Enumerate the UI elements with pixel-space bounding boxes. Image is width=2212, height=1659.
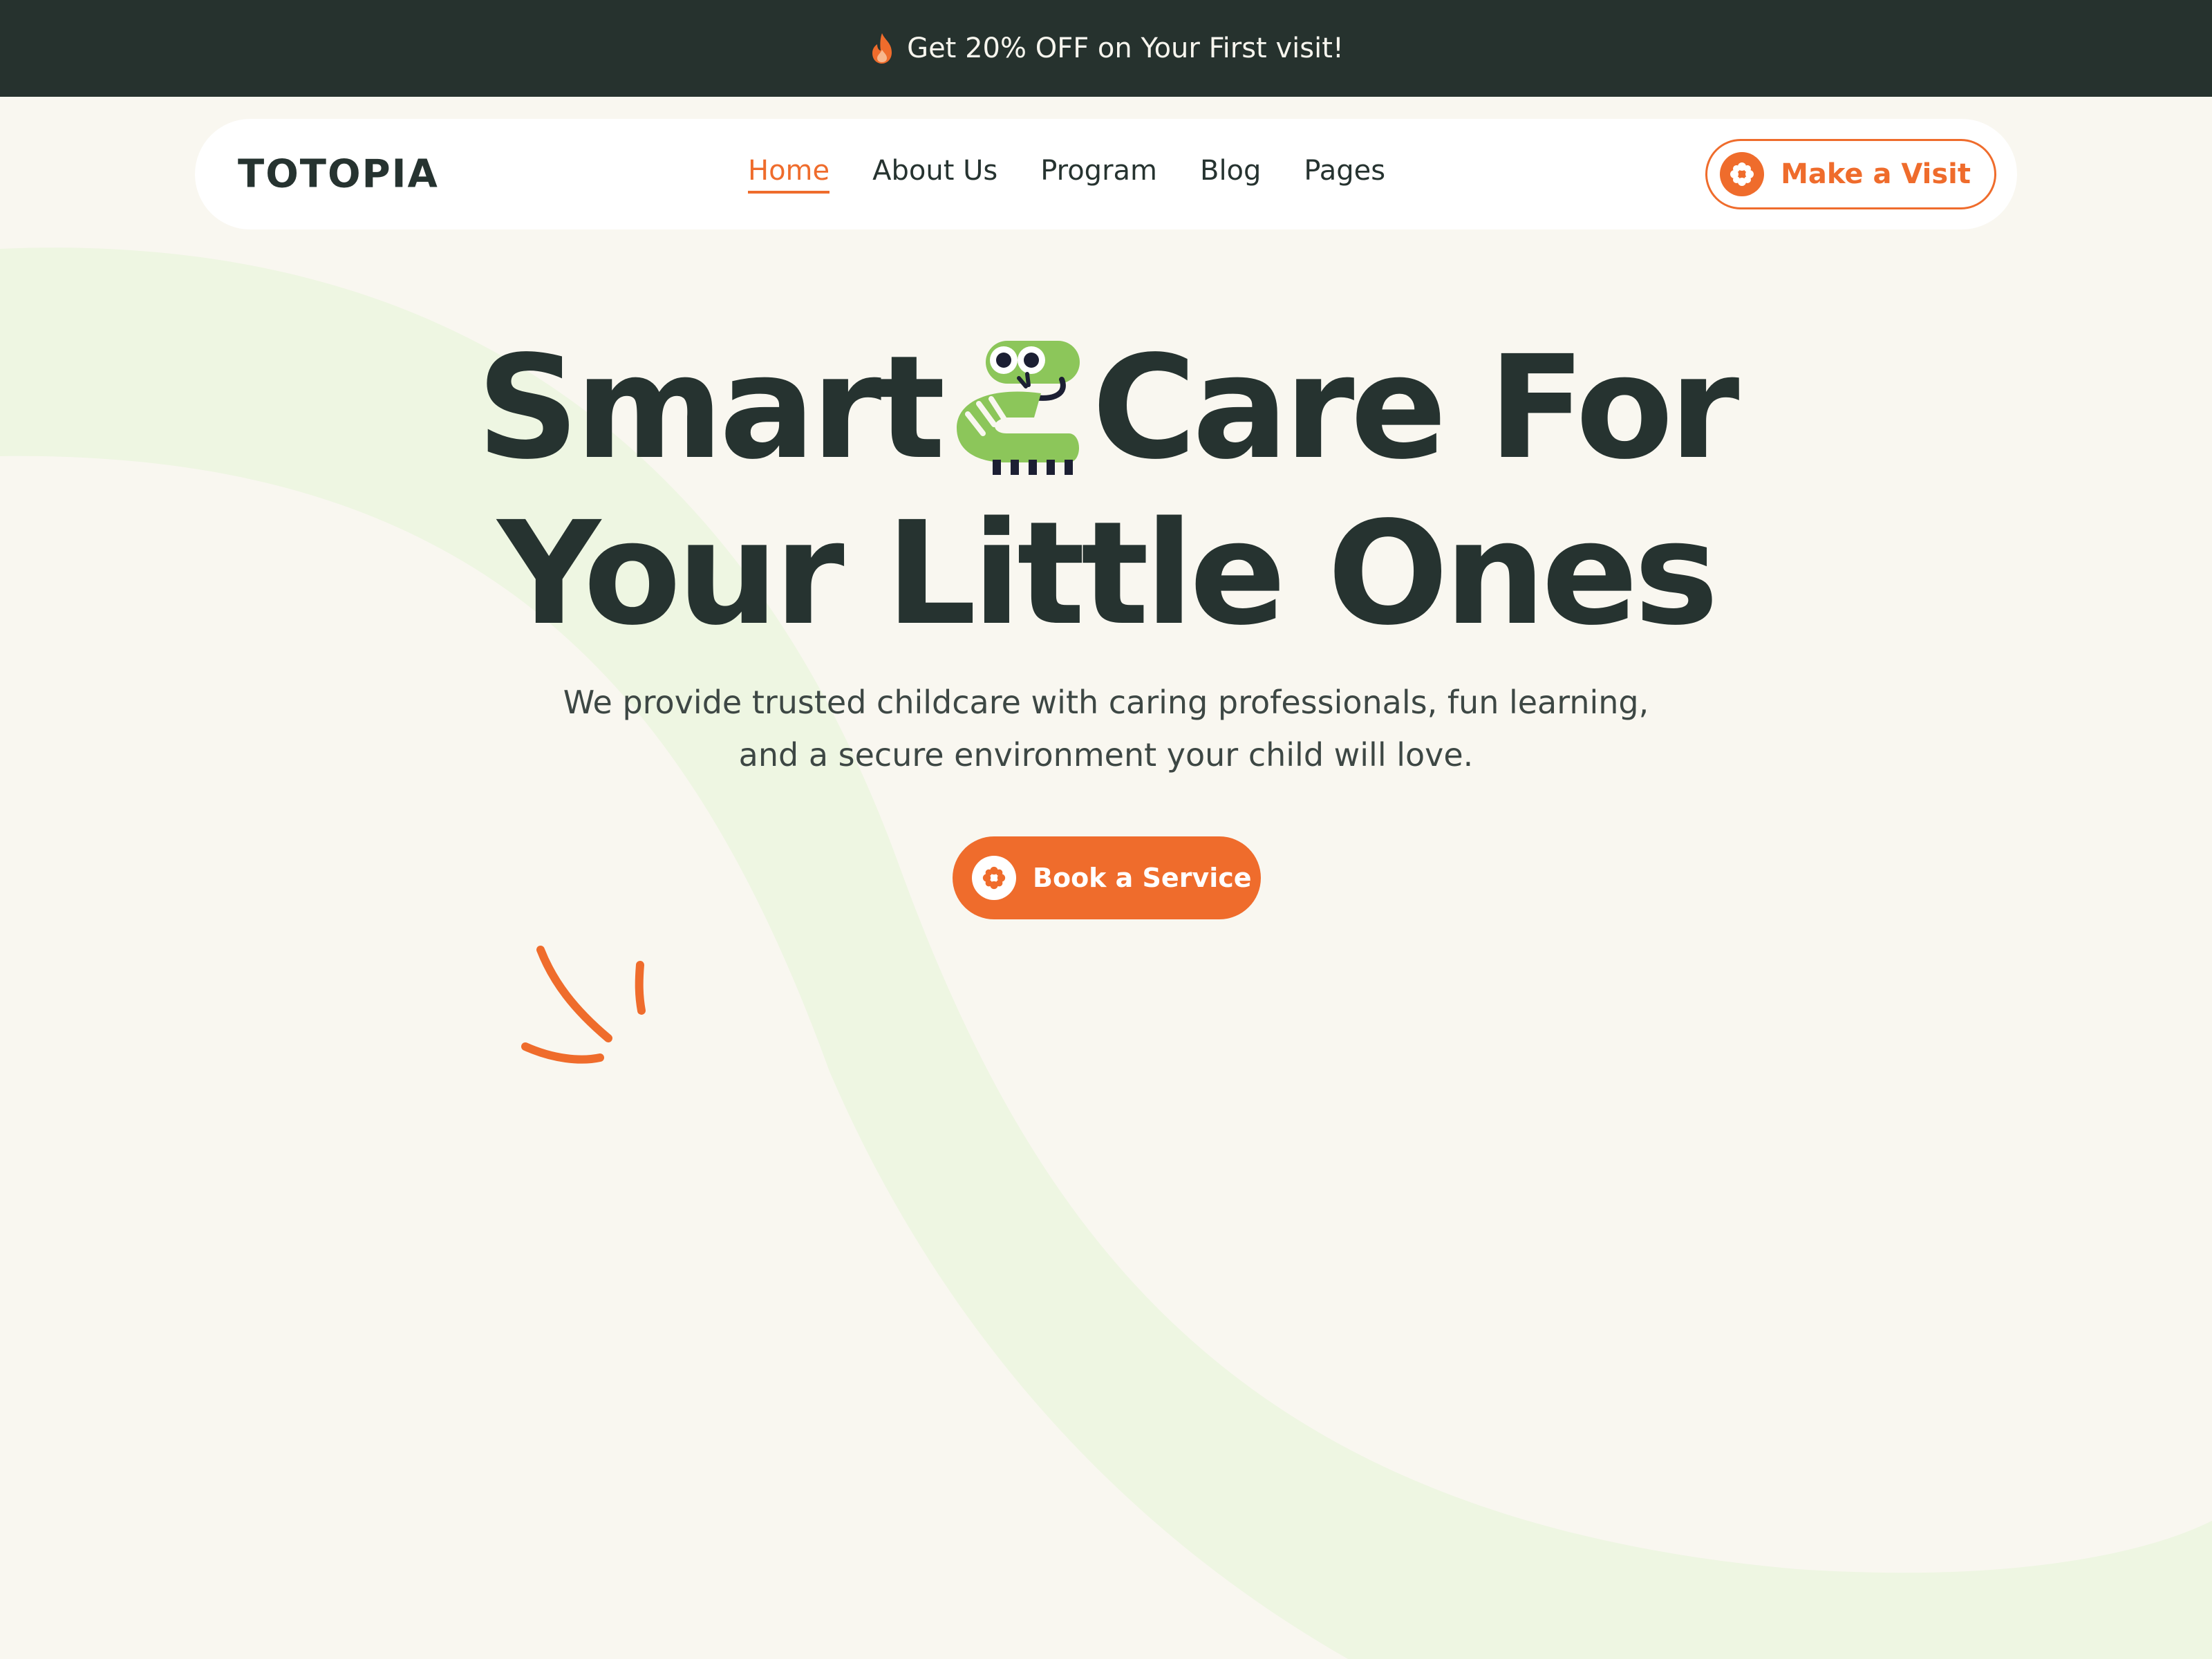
promo-text: Get 20% OFF on Your First visit! <box>907 32 1344 64</box>
sparkle-doodle-icon <box>521 946 646 1064</box>
nav-link-program[interactable]: Program <box>1040 155 1157 194</box>
navbar: TOTOPIA Home About Us Program Blog Pages… <box>195 119 2017 229</box>
nav-links: Home About Us Program Blog Pages <box>748 155 1385 194</box>
hero-title-word-smart: Smart <box>476 325 946 491</box>
hero-title-words-care-for: Care For <box>1091 325 1740 491</box>
hero-title: Smart Care For Your Little Ones <box>0 325 2212 657</box>
make-a-visit-button[interactable]: Make a Visit <box>1705 139 1996 209</box>
nav-link-pages[interactable]: Pages <box>1304 155 1385 194</box>
book-a-service-label: Book a Service <box>1033 863 1252 893</box>
hero-subtitle: We provide trusted childcare with caring… <box>563 684 1649 774</box>
promo-bar: Get 20% OFF on Your First visit! <box>0 0 2212 97</box>
nav-link-home[interactable]: Home <box>748 155 830 194</box>
flame-icon <box>872 33 892 64</box>
brand-logo[interactable]: TOTOPIA <box>238 152 439 197</box>
hero-title-line-1: Smart Care For <box>0 325 2212 491</box>
nav-link-about-us[interactable]: About Us <box>872 155 997 194</box>
book-a-service-button[interactable]: Book a Service <box>953 836 1261 919</box>
caterpillar-mascot-icon <box>956 341 1080 475</box>
flower-icon <box>1720 152 1765 196</box>
hero-title-line-2: Your Little Ones <box>497 491 1719 657</box>
make-a-visit-label: Make a Visit <box>1781 158 1971 190</box>
nav-link-blog[interactable]: Blog <box>1200 155 1261 194</box>
flower-icon <box>972 856 1016 900</box>
background-swoosh <box>0 247 2212 1659</box>
